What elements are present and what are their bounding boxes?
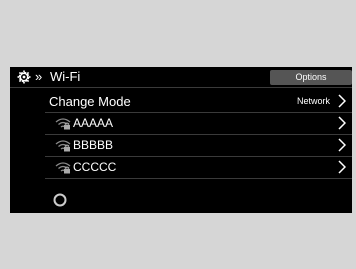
wifi-locked-icon xyxy=(55,140,71,152)
breadcrumb-separator: » xyxy=(35,69,42,84)
gear-icon xyxy=(17,70,31,84)
chevron-right-icon xyxy=(338,160,346,174)
header-bar: » Wi-Fi Options xyxy=(10,67,352,88)
chevron-right-icon xyxy=(338,116,346,130)
network-row-ccccc[interactable]: CCCCC xyxy=(45,157,352,179)
options-button[interactable]: Options xyxy=(270,70,352,85)
chevron-right-icon xyxy=(338,94,346,108)
page-title: Wi-Fi xyxy=(50,69,81,84)
change-mode-row[interactable]: Change Mode Network xyxy=(45,91,352,113)
network-row-bbbbb[interactable]: BBBBB xyxy=(45,135,352,157)
wifi-locked-icon xyxy=(55,118,71,130)
wifi-screen: » Wi-Fi Options Change Mode Network AAAA… xyxy=(10,67,352,213)
network-name: BBBBB xyxy=(73,138,114,152)
change-mode-label: Change Mode xyxy=(49,94,131,109)
network-name: CCCCC xyxy=(73,160,117,174)
change-mode-value: Network xyxy=(296,96,330,106)
wifi-locked-icon xyxy=(55,162,71,174)
chevron-right-icon xyxy=(338,138,346,152)
network-name: AAAAA xyxy=(73,116,114,130)
loading-spinner-icon xyxy=(53,193,67,207)
network-row-aaaaa[interactable]: AAAAA xyxy=(45,113,352,135)
